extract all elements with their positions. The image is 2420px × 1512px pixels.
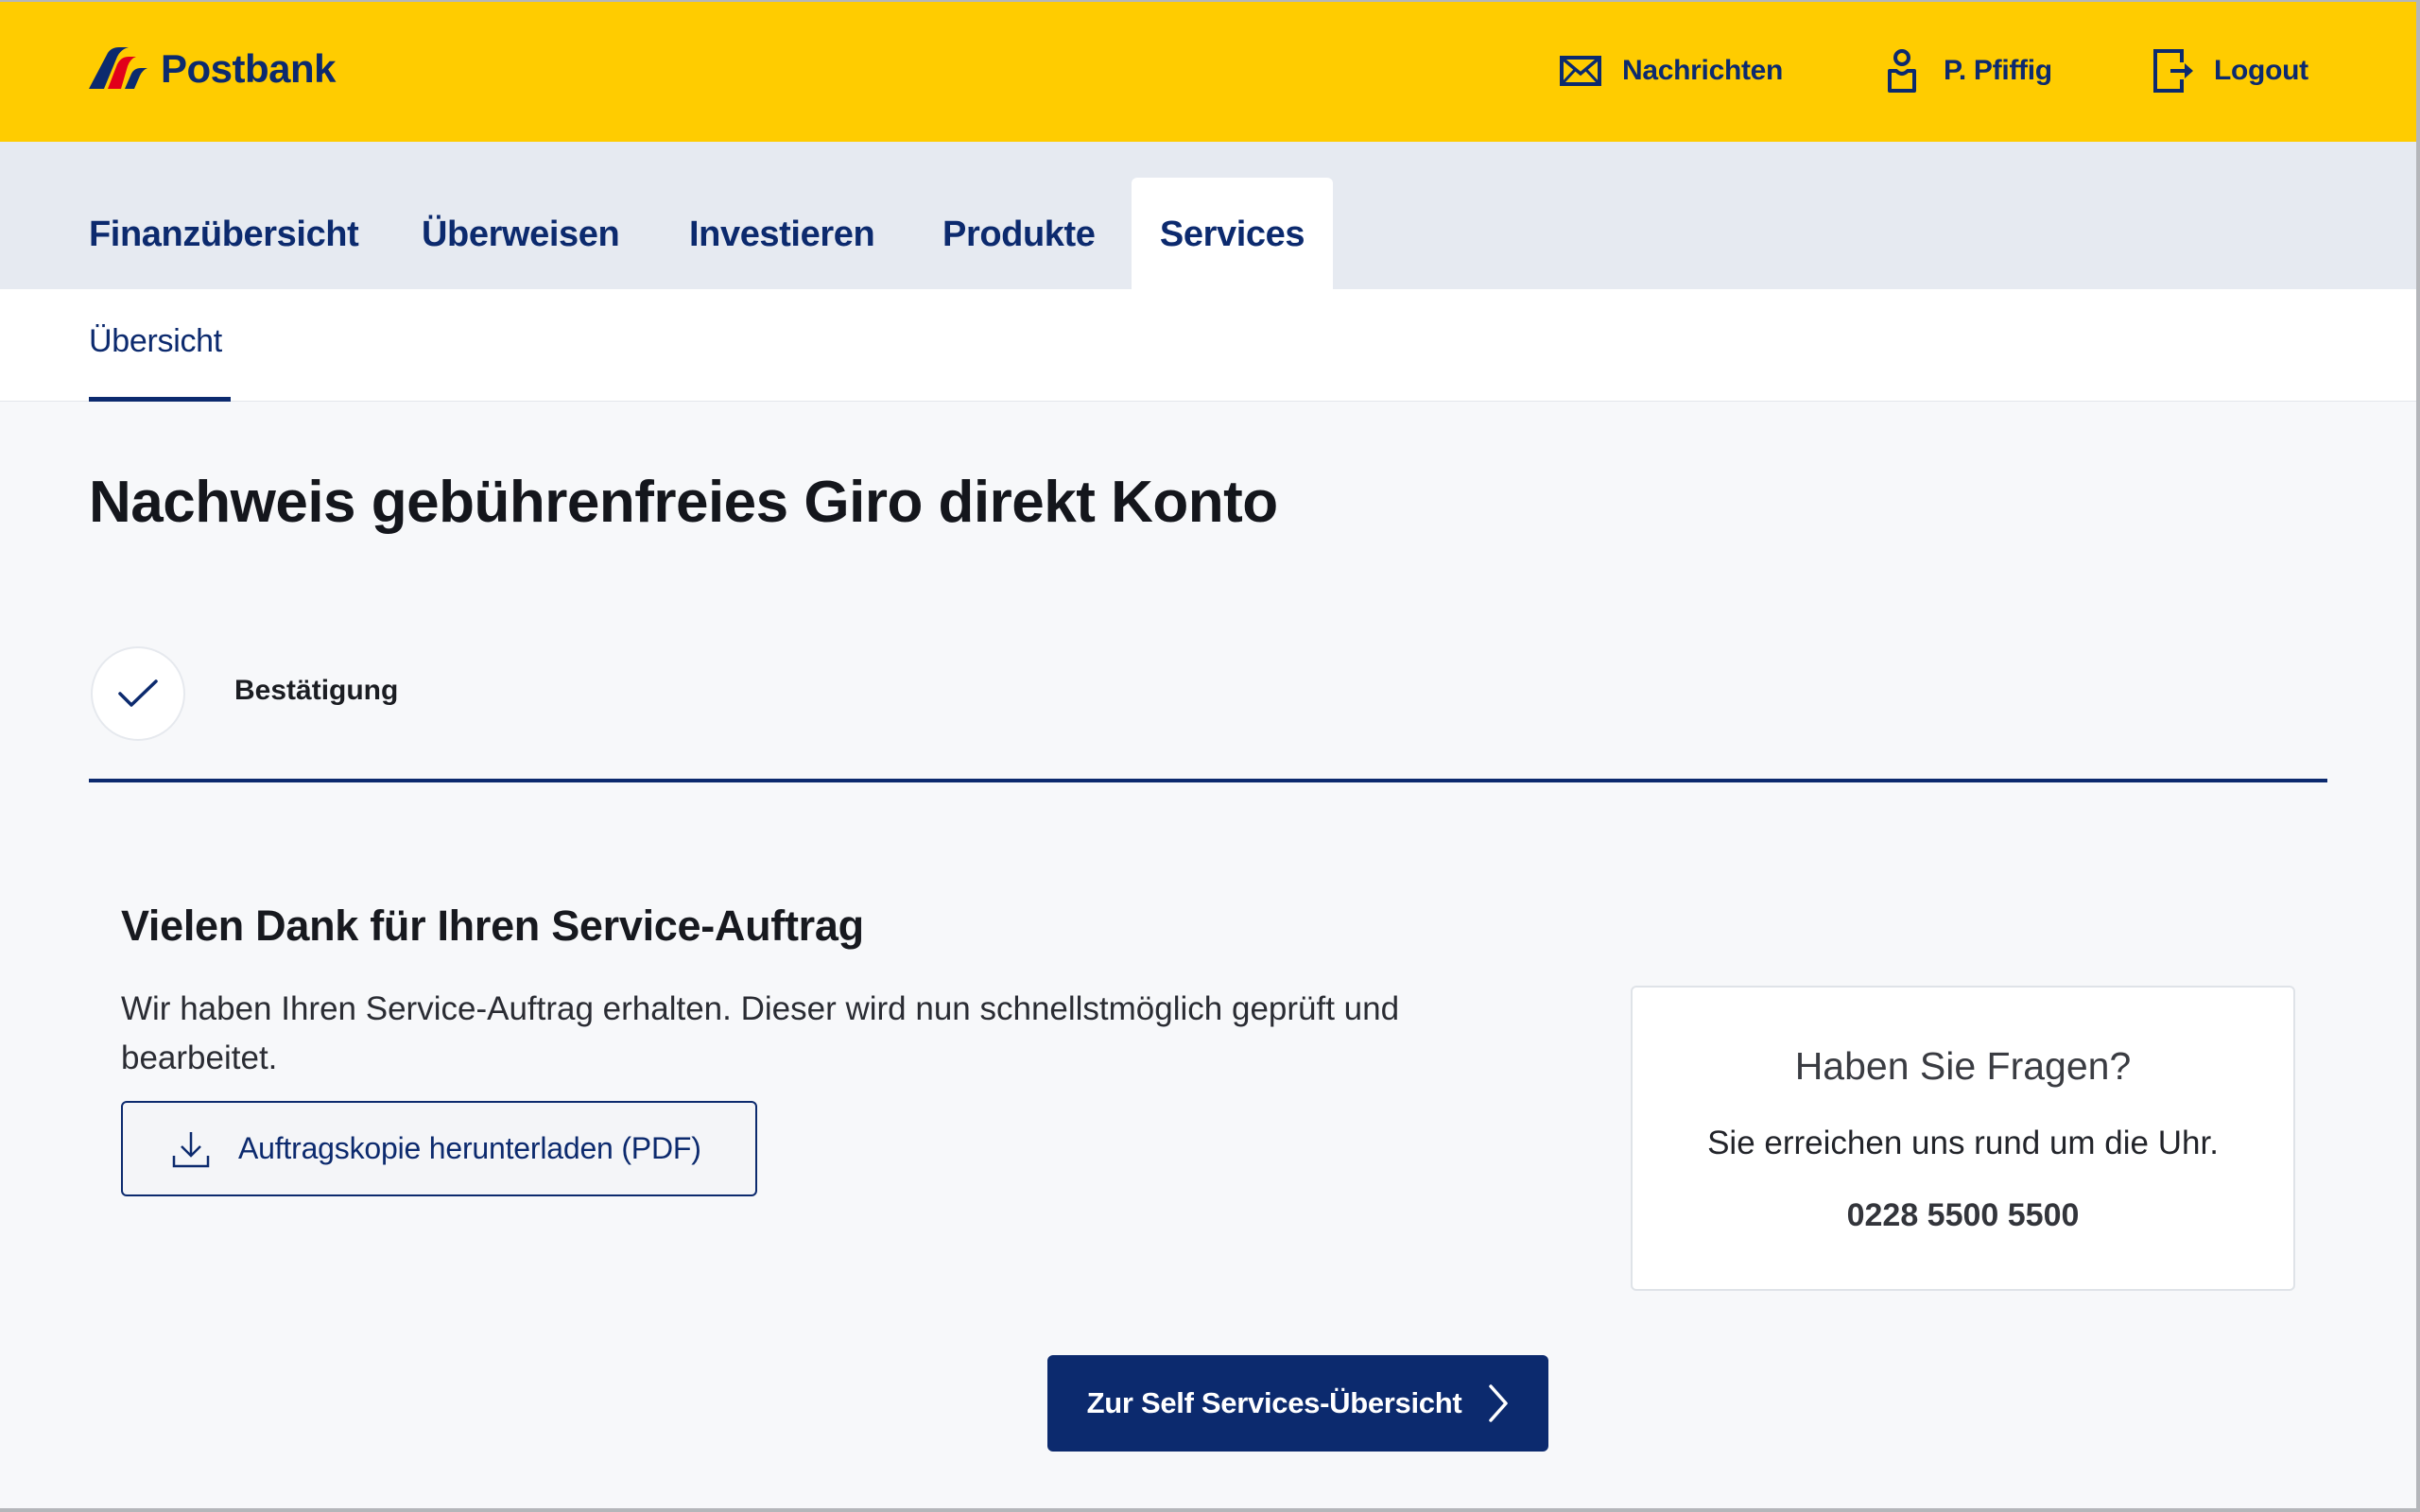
self-services-overview-label: Zur Self Services-Übersicht bbox=[1086, 1386, 1462, 1419]
tab-produkte[interactable]: Produkte bbox=[942, 178, 1096, 289]
postbank-logo-icon bbox=[89, 47, 147, 89]
confirmation-title: Vielen Dank für Ihren Service-Auftrag bbox=[121, 902, 864, 950]
tab-finanzuebersicht[interactable]: Finanzübersicht bbox=[89, 178, 359, 289]
logout-link[interactable]: Logout bbox=[2153, 47, 2308, 94]
postbank-logo[interactable]: Postbank bbox=[87, 45, 337, 93]
tab-ueberweisen[interactable]: Überweisen bbox=[422, 178, 620, 289]
envelope-icon bbox=[1560, 56, 1601, 86]
download-icon bbox=[172, 1131, 210, 1167]
active-subtab-indicator bbox=[89, 397, 231, 402]
user-icon bbox=[1888, 49, 1916, 93]
download-pdf-label: Auftragskopie herunterladen (PDF) bbox=[238, 1131, 701, 1165]
progress-divider bbox=[89, 779, 2327, 782]
subtab-uebersicht[interactable]: Übersicht bbox=[89, 323, 222, 360]
page-title: Nachweis gebührenfreies Giro direkt Kont… bbox=[89, 470, 1278, 535]
chevron-right-icon bbox=[1489, 1384, 1509, 1422]
top-header: Postbank Nachrichten P. Pfiffig Logout bbox=[0, 2, 2416, 142]
logout-label: Logout bbox=[2214, 55, 2308, 86]
help-title: Haben Sie Fragen? bbox=[1794, 1044, 2132, 1088]
download-pdf-button[interactable]: Auftragskopie herunterladen (PDF) bbox=[121, 1101, 757, 1196]
sub-navigation: Übersicht bbox=[0, 289, 2416, 402]
tab-investieren[interactable]: Investieren bbox=[689, 178, 875, 289]
help-card: Haben Sie Fragen? Sie erreichen uns rund… bbox=[1631, 986, 2295, 1291]
self-services-overview-button[interactable]: Zur Self Services-Übersicht bbox=[1047, 1355, 1548, 1452]
help-phone-number[interactable]: 0228 5500 5500 bbox=[1633, 1197, 2293, 1234]
browser-viewport: Postbank Nachrichten P. Pfiffig Logout F… bbox=[0, 2, 2416, 1508]
step-indicator bbox=[91, 646, 185, 741]
tab-services[interactable]: Services bbox=[1132, 178, 1333, 289]
postbank-logo-text: Postbank bbox=[161, 46, 337, 91]
messages-label: Nachrichten bbox=[1622, 55, 1784, 86]
user-name-label: P. Pfiffig bbox=[1944, 55, 2052, 86]
main-navigation: Finanzübersicht Überweisen Investieren P… bbox=[0, 142, 2416, 289]
confirmation-text: Wir haben Ihren Service-Auftrag erhalten… bbox=[121, 990, 1400, 1076]
step-label: Bestätigung bbox=[234, 675, 399, 706]
help-text: Sie erreichen uns rund um die Uhr. bbox=[1707, 1125, 2219, 1161]
user-profile-link[interactable]: P. Pfiffig bbox=[1887, 47, 2052, 94]
messages-link[interactable]: Nachrichten bbox=[1560, 47, 1783, 94]
checkmark-icon bbox=[118, 679, 158, 707]
logout-icon bbox=[2153, 49, 2193, 93]
